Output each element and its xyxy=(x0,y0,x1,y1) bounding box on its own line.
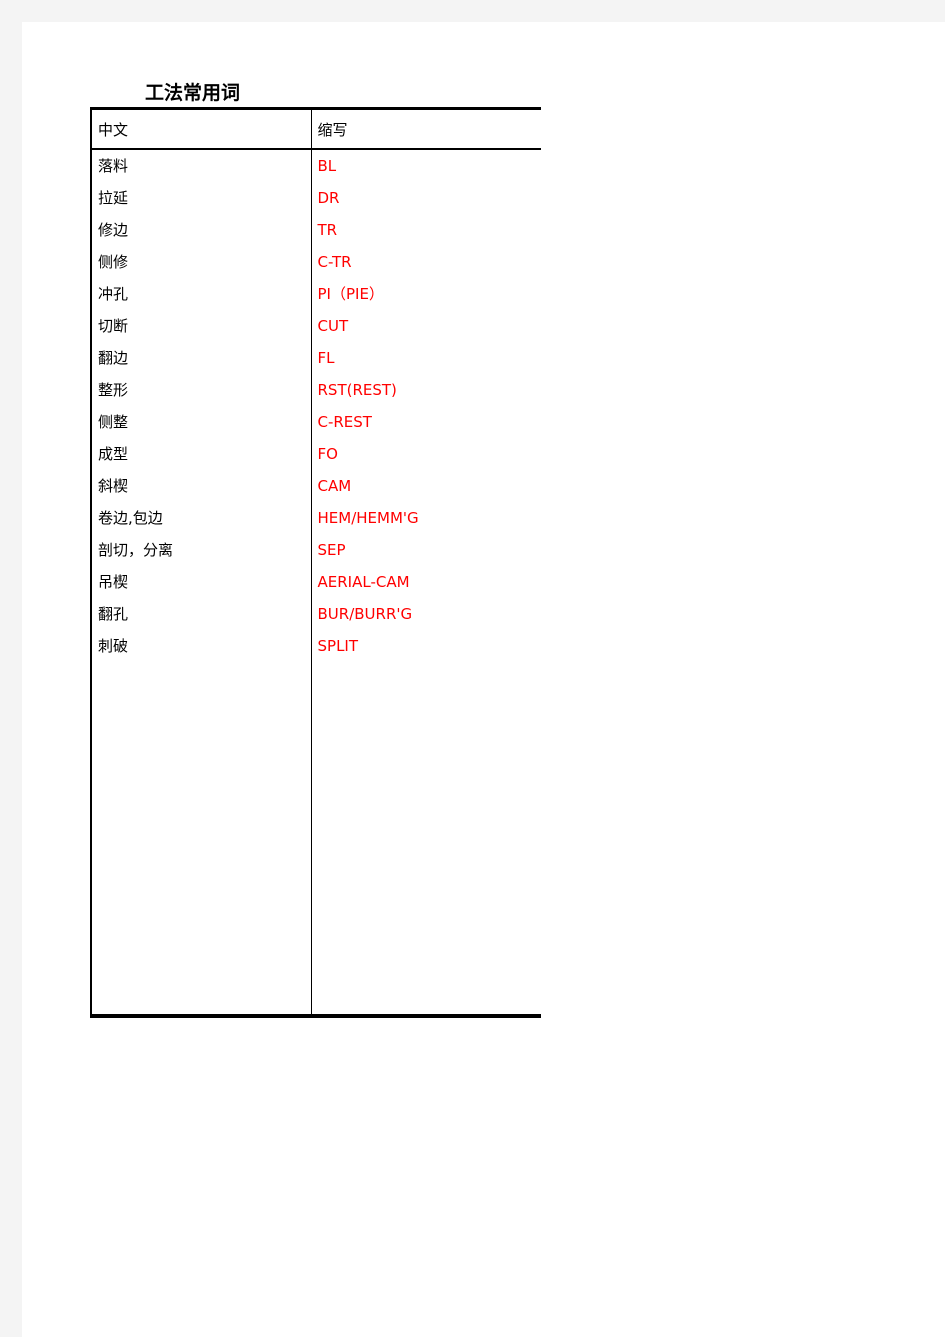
cell-chinese: 吊楔 xyxy=(90,566,312,598)
table-header: 中文 缩写 xyxy=(90,107,541,150)
cell-chinese: 修边 xyxy=(90,214,312,246)
table-row: 侧整 C-REST xyxy=(90,406,541,438)
cell-abbreviation: RST(REST) xyxy=(317,381,397,399)
cell-abbreviation-empty xyxy=(311,982,541,1015)
table-empty-row xyxy=(90,790,541,822)
cell-chinese-empty xyxy=(90,982,312,1015)
cell-chinese: 翻边 xyxy=(90,342,312,374)
table-empty-row xyxy=(90,854,541,886)
cell-chinese-empty xyxy=(90,694,312,726)
cell-chinese: 拉延 xyxy=(90,182,312,214)
sheet-content: 工法常用词 中文 缩写 落料 BL 拉延 DR 修边 TR 侧修 C-TR 冲孔 PI（PIE） 切… xyxy=(22,22,945,1337)
cell-chinese-empty xyxy=(90,886,312,918)
table-row: 刺破 SPLIT xyxy=(90,630,541,662)
cell-abbreviation: C-TR xyxy=(317,253,352,271)
cell-abbreviation-empty xyxy=(311,886,541,918)
cell-chinese-empty xyxy=(90,822,312,854)
cell-abbreviation-empty xyxy=(311,758,541,790)
table-row: 翻孔 BUR/BURR'G xyxy=(90,598,541,630)
cell-abbreviation-empty xyxy=(311,694,541,726)
table-row: 翻边 FL xyxy=(90,342,541,374)
cell-abbreviation: C-REST xyxy=(317,413,372,431)
cell-chinese: 斜楔 xyxy=(90,470,312,502)
cell-abbreviation: TR xyxy=(317,221,338,239)
page-sheet: 工法常用词 中文 缩写 落料 BL 拉延 DR 修边 TR 侧修 C-TR 冲孔 PI（PIE） 切… xyxy=(22,22,945,1337)
page-frame: 工法常用词 中文 缩写 落料 BL 拉延 DR 修边 TR 侧修 C-TR 冲孔 PI（PIE） 切… xyxy=(0,0,945,1337)
cell-abbreviation-empty xyxy=(311,854,541,886)
table-empty-row xyxy=(90,726,541,758)
table-row: 冲孔 PI（PIE） xyxy=(90,278,541,310)
cell-chinese: 冲孔 xyxy=(90,278,312,310)
cell-abbreviation-empty xyxy=(311,662,541,694)
cell-chinese-empty xyxy=(90,790,312,822)
cell-abbreviation-empty xyxy=(311,822,541,854)
cell-abbreviation-empty xyxy=(311,726,541,758)
cell-abbreviation: DR xyxy=(317,189,340,207)
table-row: 卷边,包边 HEM/HEMM'G xyxy=(90,502,541,534)
table-row: 剖切，分离 SEP xyxy=(90,534,541,566)
cell-chinese-empty xyxy=(90,950,312,982)
column-header-chinese: 中文 xyxy=(90,107,312,150)
cell-abbreviation: SEP xyxy=(317,541,346,559)
cell-abbreviation: BL xyxy=(317,157,337,175)
table-row: 落料 BL xyxy=(90,149,541,182)
cell-chinese: 刺破 xyxy=(90,630,312,662)
table-row: 整形 RST(REST) xyxy=(90,374,541,406)
cell-abbreviation: FL xyxy=(317,349,335,367)
cell-chinese: 剖切，分离 xyxy=(90,534,312,566)
cell-abbreviation: BUR/BURR'G xyxy=(317,605,413,623)
cell-abbreviation: CUT xyxy=(317,317,349,335)
table-header-row: 中文 缩写 xyxy=(90,107,541,150)
cell-chinese: 侧修 xyxy=(90,246,312,278)
page-title: 工法常用词 xyxy=(145,82,241,104)
table-empty-row xyxy=(90,694,541,726)
table-row: 吊楔 AERIAL-CAM xyxy=(90,566,541,598)
table-empty-row xyxy=(90,662,541,694)
table-row: 成型 FO xyxy=(90,438,541,470)
table-empty-row xyxy=(90,950,541,982)
cell-chinese: 整形 xyxy=(90,374,312,406)
cell-abbreviation: SPLIT xyxy=(317,637,359,655)
cell-chinese-empty xyxy=(90,758,312,790)
cell-abbreviation: CAM xyxy=(317,477,352,495)
cell-chinese-empty xyxy=(90,662,312,694)
table-bottom-rule xyxy=(90,1014,541,1018)
table-bottom-rule-right xyxy=(311,1014,541,1018)
cell-chinese-empty xyxy=(90,918,312,950)
cell-chinese: 切断 xyxy=(90,310,312,342)
table-row: 切断 CUT xyxy=(90,310,541,342)
cell-chinese: 卷边,包边 xyxy=(90,502,312,534)
cell-chinese-empty xyxy=(90,726,312,758)
cell-abbreviation: FO xyxy=(317,445,338,463)
cell-abbreviation-empty xyxy=(311,790,541,822)
column-header-abbreviation: 缩写 xyxy=(311,107,541,150)
table-row: 拉延 DR xyxy=(90,182,541,214)
table-empty-row xyxy=(90,758,541,790)
cell-abbreviation-empty xyxy=(311,950,541,982)
cell-abbreviation: HEM/HEMM'G xyxy=(317,509,419,527)
table-row: 修边 TR xyxy=(90,214,541,246)
table-bottom-rule-left xyxy=(90,1014,312,1018)
table-body: 落料 BL 拉延 DR 修边 TR 侧修 C-TR 冲孔 PI（PIE） 切断 CUT 翻边 FL 整形 RS… xyxy=(90,149,541,1015)
cell-abbreviation: AERIAL-CAM xyxy=(317,573,410,591)
table-row: 侧修 C-TR xyxy=(90,246,541,278)
table-footer xyxy=(90,1014,541,1018)
abbreviation-table: 中文 缩写 落料 BL 拉延 DR 修边 TR 侧修 C-TR 冲孔 PI（PIE） 切断 CUT 翻边… xyxy=(90,107,541,1018)
cell-chinese: 落料 xyxy=(90,149,312,182)
table-empty-row xyxy=(90,982,541,1015)
cell-chinese: 侧整 xyxy=(90,406,312,438)
cell-abbreviation: PI（PIE） xyxy=(317,285,384,303)
table-row: 斜楔 CAM xyxy=(90,470,541,502)
table-empty-row xyxy=(90,822,541,854)
table-empty-row xyxy=(90,886,541,918)
cell-chinese: 翻孔 xyxy=(90,598,312,630)
cell-chinese: 成型 xyxy=(90,438,312,470)
cell-chinese-empty xyxy=(90,854,312,886)
cell-abbreviation-empty xyxy=(311,918,541,950)
table-empty-row xyxy=(90,918,541,950)
